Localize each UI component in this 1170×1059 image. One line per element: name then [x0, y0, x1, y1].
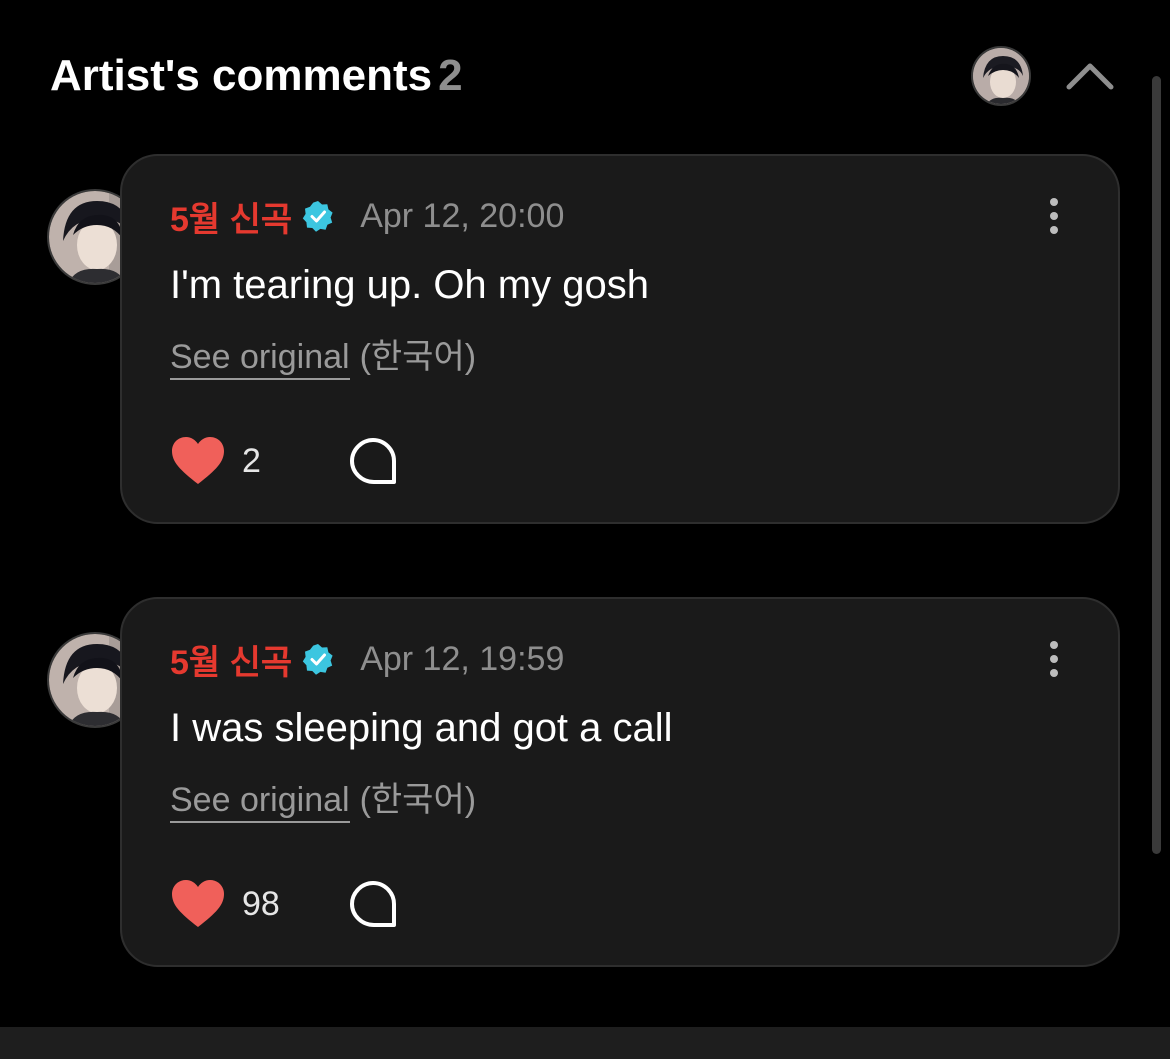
comment-text: I'm tearing up. Oh my gosh	[170, 263, 649, 307]
see-original-link[interactable]: See original	[170, 781, 350, 823]
collapse-button[interactable]	[1062, 52, 1118, 100]
heart-icon	[172, 880, 224, 927]
original-language: (한국어)	[359, 781, 477, 819]
comment-actions: 98	[170, 879, 398, 929]
comment-meta: 5월 신곡 Apr 12, 19:59	[170, 635, 565, 684]
comment-bubble-icon	[350, 881, 396, 927]
comment-timestamp: Apr 12, 19:59	[360, 639, 565, 678]
see-original-link[interactable]: See original	[170, 338, 350, 380]
more-vertical-icon	[1050, 641, 1058, 649]
comment-timestamp: Apr 12, 20:00	[360, 196, 565, 235]
reply-button[interactable]	[348, 879, 398, 929]
more-options-button[interactable]	[1042, 194, 1066, 238]
comment-bubble-icon	[350, 438, 396, 484]
verified-badge-icon	[303, 644, 333, 675]
more-vertical-icon	[1050, 198, 1058, 206]
scrollbar[interactable]	[1152, 76, 1161, 854]
more-vertical-icon	[1050, 212, 1058, 220]
reply-button[interactable]	[348, 436, 398, 486]
comments-header: Artist's comments 2	[50, 46, 1120, 106]
more-vertical-icon	[1050, 669, 1058, 677]
heart-icon	[172, 437, 224, 484]
like-count: 98	[242, 884, 280, 923]
comments-title-text: Artist's comments	[50, 51, 433, 100]
chevron-up-icon	[1066, 63, 1114, 90]
artist-comments-panel: Artist's comments 2 5월 신곡 Apr 12, 20:00 …	[0, 0, 1170, 1059]
comment-meta: 5월 신곡 Apr 12, 20:00	[170, 192, 565, 241]
comments-count: 2	[438, 51, 463, 100]
comment-card: 5월 신곡 Apr 12, 20:00 I'm tearing up. Oh m…	[120, 154, 1120, 524]
comment-card: 5월 신곡 Apr 12, 19:59 I was sleeping and g…	[120, 597, 1120, 967]
verified-badge-icon	[303, 201, 333, 232]
more-options-button[interactable]	[1042, 637, 1066, 681]
comment-author[interactable]: 5월 신곡	[170, 635, 292, 684]
original-language: (한국어)	[359, 338, 477, 376]
like-count: 2	[242, 441, 261, 480]
translation-row: See original (한국어)	[170, 336, 477, 380]
bottom-divider	[0, 1027, 1170, 1059]
more-vertical-icon	[1050, 226, 1058, 234]
like-button[interactable]: 2	[170, 436, 302, 486]
like-button[interactable]: 98	[170, 879, 302, 929]
comments-title: Artist's comments 2	[50, 50, 463, 102]
translation-row: See original (한국어)	[170, 779, 477, 823]
more-vertical-icon	[1050, 655, 1058, 663]
comment-text: I was sleeping and got a call	[170, 706, 673, 750]
comment-actions: 2	[170, 436, 398, 486]
comment-author[interactable]: 5월 신곡	[170, 192, 292, 241]
artist-avatar[interactable]	[971, 46, 1031, 106]
